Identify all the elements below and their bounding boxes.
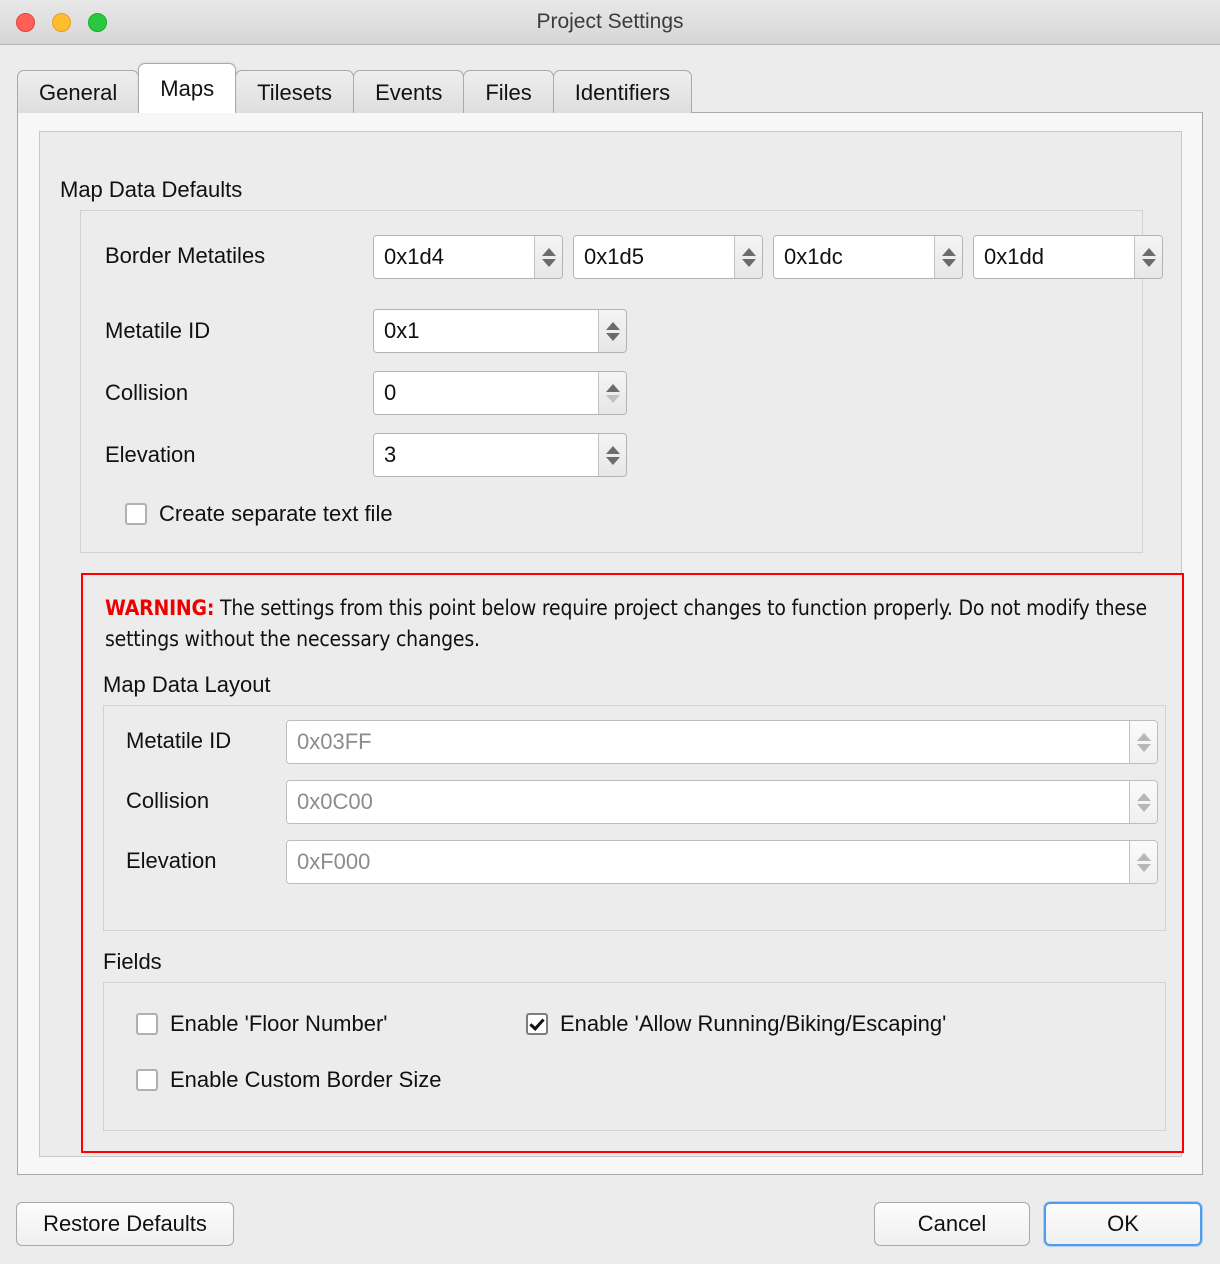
fields-frame: Enable 'Floor Number' Enable 'Allow Runn…: [103, 982, 1166, 1131]
tab-files[interactable]: Files: [463, 70, 553, 113]
default-collision-stepper[interactable]: [598, 372, 626, 414]
layout-collision-value[interactable]: 0x0C00: [287, 781, 1129, 823]
stepper-up-icon[interactable]: [606, 384, 620, 392]
tab-events[interactable]: Events: [353, 70, 464, 113]
enable-custom-border-size-row[interactable]: Enable Custom Border Size: [136, 1067, 441, 1093]
border-metatile-3-stepper[interactable]: [1134, 236, 1162, 278]
border-metatile-3-value[interactable]: 0x1dd: [974, 236, 1134, 278]
default-collision-spinbox[interactable]: 0: [373, 371, 627, 415]
default-elevation-spinbox[interactable]: 3: [373, 433, 627, 477]
stepper-up-icon[interactable]: [942, 248, 956, 256]
border-metatile-1-stepper[interactable]: [734, 236, 762, 278]
stepper-down-icon[interactable]: [742, 259, 756, 267]
enable-floor-number-checkbox[interactable]: [136, 1013, 158, 1035]
default-elevation-value[interactable]: 3: [374, 434, 598, 476]
tab-bar: General Maps Tilesets Events Files Ident…: [17, 63, 691, 113]
default-elevation-label: Elevation: [105, 442, 196, 468]
layout-collision-stepper[interactable]: [1129, 781, 1157, 823]
default-metatile-id-stepper[interactable]: [598, 310, 626, 352]
create-separate-text-file-row[interactable]: Create separate text file: [125, 501, 393, 527]
stepper-up-icon[interactable]: [1137, 853, 1151, 861]
enable-allow-running-biking-escaping-label: Enable 'Allow Running/Biking/Escaping': [560, 1011, 946, 1037]
stepper-down-icon[interactable]: [542, 259, 556, 267]
border-metatiles-label: Border Metatiles: [105, 243, 265, 269]
border-metatile-2-value[interactable]: 0x1dc: [774, 236, 934, 278]
default-metatile-id-value[interactable]: 0x1: [374, 310, 598, 352]
layout-elevation-spinbox[interactable]: 0xF000: [286, 840, 1158, 884]
stepper-up-icon[interactable]: [606, 322, 620, 330]
stepper-down-icon[interactable]: [1142, 259, 1156, 267]
layout-metatile-id-stepper[interactable]: [1129, 721, 1157, 763]
border-metatile-0-value[interactable]: 0x1d4: [374, 236, 534, 278]
layout-elevation-label: Elevation: [126, 848, 217, 874]
map-data-layout-title: Map Data Layout: [103, 672, 271, 698]
enable-floor-number-label: Enable 'Floor Number': [170, 1011, 388, 1037]
fields-title: Fields: [103, 949, 162, 975]
border-metatile-1-value[interactable]: 0x1d5: [574, 236, 734, 278]
layout-metatile-id-label: Metatile ID: [126, 728, 231, 754]
create-separate-text-file-checkbox[interactable]: [125, 503, 147, 525]
stepper-down-icon[interactable]: [1137, 804, 1151, 812]
default-collision-label: Collision: [105, 380, 188, 406]
layout-elevation-stepper[interactable]: [1129, 841, 1157, 883]
stepper-up-icon[interactable]: [1137, 733, 1151, 741]
maps-settings-group: Map Data Defaults Border Metatiles 0x1d4…: [39, 131, 1182, 1157]
border-metatile-0-stepper[interactable]: [534, 236, 562, 278]
map-data-layout-frame: Metatile ID 0x03FF Collision 0x0C00: [103, 705, 1166, 931]
stepper-down-icon[interactable]: [606, 395, 620, 403]
border-metatile-1-spinbox[interactable]: 0x1d5: [573, 235, 763, 279]
stepper-up-icon[interactable]: [606, 446, 620, 454]
stepper-down-icon[interactable]: [606, 457, 620, 465]
maps-tab-pane: Map Data Defaults Border Metatiles 0x1d4…: [17, 112, 1203, 1175]
stepper-up-icon[interactable]: [1137, 793, 1151, 801]
tab-tilesets[interactable]: Tilesets: [235, 70, 354, 113]
ok-button[interactable]: OK: [1044, 1202, 1202, 1246]
layout-elevation-value[interactable]: 0xF000: [287, 841, 1129, 883]
window-title: Project Settings: [0, 0, 1220, 44]
window-titlebar: Project Settings: [0, 0, 1220, 45]
stepper-down-icon[interactable]: [1137, 744, 1151, 752]
enable-floor-number-row[interactable]: Enable 'Floor Number': [136, 1011, 388, 1037]
map-data-defaults-title: Map Data Defaults: [60, 177, 242, 203]
default-collision-value[interactable]: 0: [374, 372, 598, 414]
warning-section: WARNING: The settings from this point be…: [81, 573, 1184, 1153]
border-metatile-0-spinbox[interactable]: 0x1d4: [373, 235, 563, 279]
stepper-up-icon[interactable]: [542, 248, 556, 256]
stepper-down-icon[interactable]: [942, 259, 956, 267]
enable-custom-border-size-checkbox[interactable]: [136, 1069, 158, 1091]
border-metatile-2-spinbox[interactable]: 0x1dc: [773, 235, 963, 279]
map-data-defaults-frame: Border Metatiles 0x1d4 0x1d5 0x1dc: [80, 210, 1143, 553]
warning-message: WARNING: The settings from this point be…: [105, 593, 1160, 655]
restore-defaults-button[interactable]: Restore Defaults: [16, 1202, 234, 1246]
default-elevation-stepper[interactable]: [598, 434, 626, 476]
layout-metatile-id-value[interactable]: 0x03FF: [287, 721, 1129, 763]
enable-allow-running-biking-escaping-checkbox[interactable]: [526, 1013, 548, 1035]
default-metatile-id-spinbox[interactable]: 0x1: [373, 309, 627, 353]
stepper-down-icon[interactable]: [606, 333, 620, 341]
tab-general[interactable]: General: [17, 70, 139, 113]
stepper-up-icon[interactable]: [742, 248, 756, 256]
layout-metatile-id-spinbox[interactable]: 0x03FF: [286, 720, 1158, 764]
dialog-footer: Restore Defaults Cancel OK: [0, 1188, 1220, 1264]
warning-message-text: The settings from this point below requi…: [105, 596, 1147, 651]
stepper-down-icon[interactable]: [1137, 864, 1151, 872]
tab-identifiers[interactable]: Identifiers: [553, 70, 692, 113]
enable-custom-border-size-label: Enable Custom Border Size: [170, 1067, 441, 1093]
enable-allow-running-biking-escaping-row[interactable]: Enable 'Allow Running/Biking/Escaping': [526, 1011, 946, 1037]
layout-collision-spinbox[interactable]: 0x0C00: [286, 780, 1158, 824]
create-separate-text-file-label: Create separate text file: [159, 501, 393, 527]
warning-keyword: WARNING:: [105, 596, 214, 620]
stepper-up-icon[interactable]: [1142, 248, 1156, 256]
default-metatile-id-label: Metatile ID: [105, 318, 210, 344]
tab-maps[interactable]: Maps: [138, 63, 236, 113]
cancel-button[interactable]: Cancel: [874, 1202, 1030, 1246]
border-metatile-3-spinbox[interactable]: 0x1dd: [973, 235, 1163, 279]
border-metatile-2-stepper[interactable]: [934, 236, 962, 278]
layout-collision-label: Collision: [126, 788, 209, 814]
